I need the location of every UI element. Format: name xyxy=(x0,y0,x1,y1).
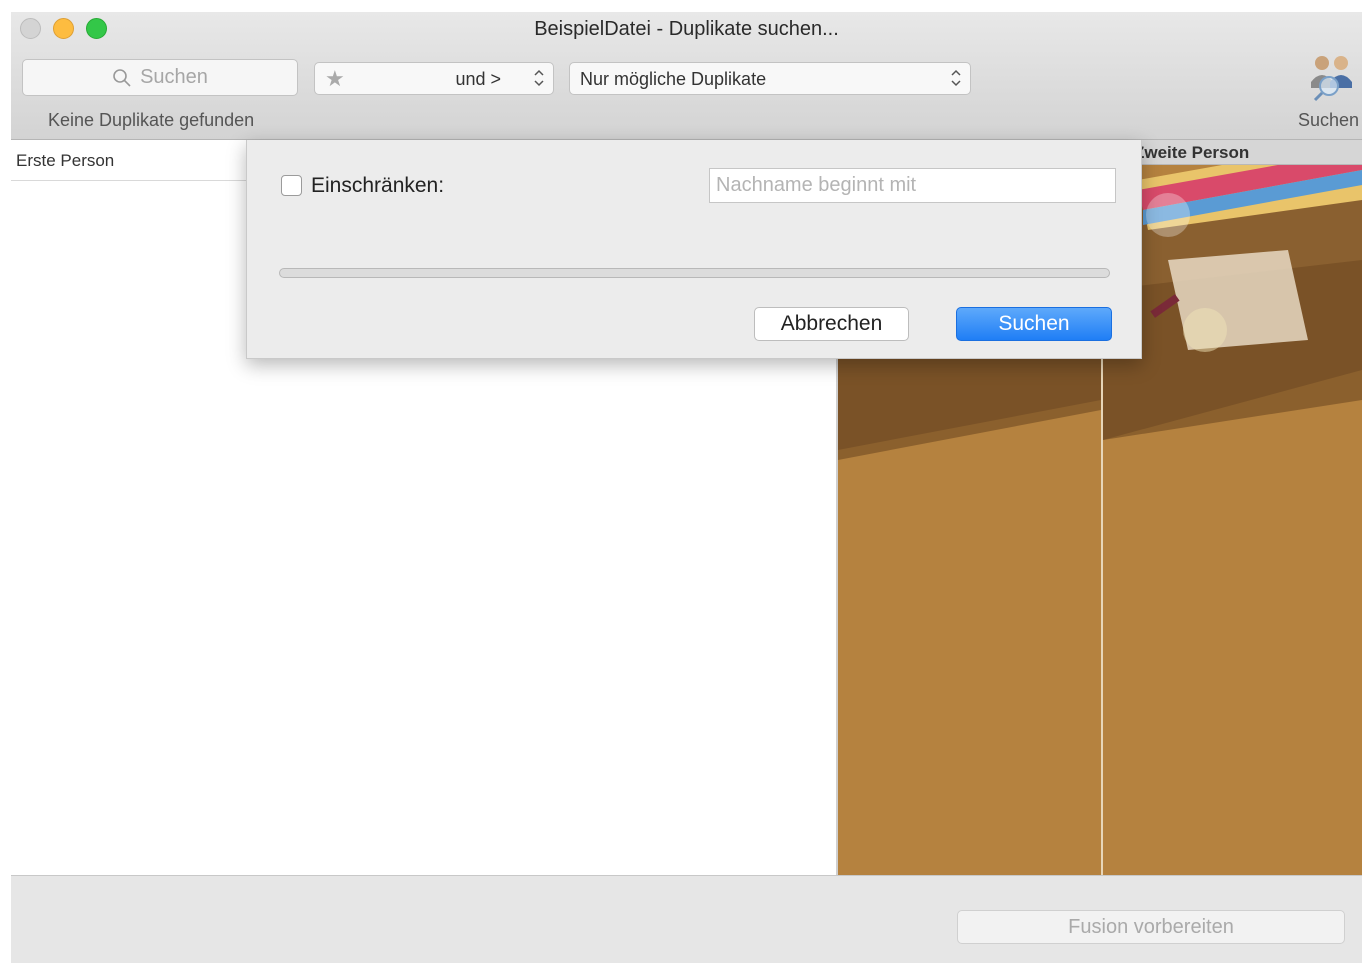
restrict-checkbox[interactable] xyxy=(281,175,302,196)
search-progress-bar xyxy=(279,268,1110,278)
cancel-button[interactable]: Abbrechen xyxy=(754,307,909,341)
search-options-sheet: Einschränken: Nachname beginnt mit Abbre… xyxy=(246,140,1142,359)
chevron-updown-icon xyxy=(951,69,961,87)
people-search-icon xyxy=(1311,56,1352,102)
prepare-merge-button[interactable]: Fusion vorbereiten xyxy=(957,910,1345,944)
find-button-label: Suchen xyxy=(1298,110,1360,130)
lastname-filter-input[interactable]: Nachname beginnt mit xyxy=(709,168,1116,203)
find-duplicates-button[interactable]: Suchen xyxy=(1291,52,1362,132)
search-icon xyxy=(113,68,131,87)
restrict-label: Einschränken: xyxy=(311,174,445,197)
search-placeholder: Suchen xyxy=(140,66,208,88)
chevron-updown-icon xyxy=(534,69,544,87)
duplicate-mode-label: Nur mögliche Duplikate xyxy=(580,69,767,89)
star-icon: ★ xyxy=(325,66,345,91)
window-title: BeispielDatei - Duplikate suchen... xyxy=(534,18,839,40)
status-text: Keine Duplikate gefunden xyxy=(48,110,255,130)
search-button[interactable]: Suchen xyxy=(956,307,1112,341)
first-person-header-label: Erste Person xyxy=(16,151,115,170)
filter-popup[interactable]: ★ und > xyxy=(314,62,554,95)
second-person-header-label: Zweite Person xyxy=(1134,143,1250,162)
footer-bar: Fusion vorbereiten xyxy=(11,875,1362,963)
filter-popup-label: und > xyxy=(455,69,501,89)
search-input[interactable]: Suchen xyxy=(22,59,298,96)
duplicate-mode-popup[interactable]: Nur mögliche Duplikate xyxy=(569,62,971,95)
toolbar: BeispielDatei - Duplikate suchen... Such… xyxy=(11,12,1362,140)
